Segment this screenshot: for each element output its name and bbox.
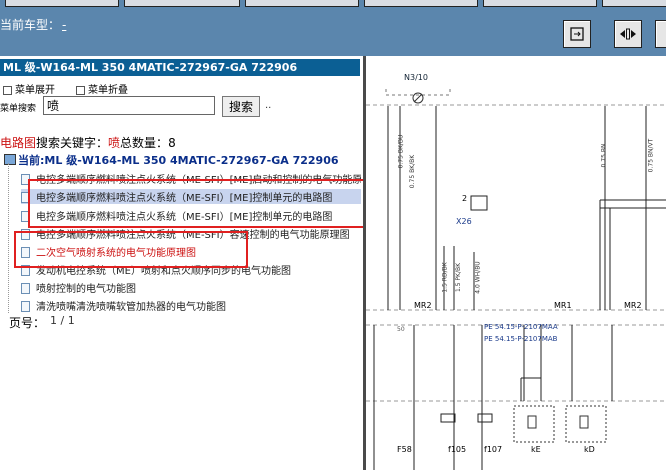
relay-label: MR2: [624, 301, 642, 310]
component-label: kE: [531, 445, 541, 454]
document-icon: [21, 229, 30, 240]
current-model-label: 当前车型：: [0, 18, 61, 32]
wire-label: 1.5 PK/BK: [455, 262, 463, 293]
document-icon: [21, 283, 30, 294]
component-label: kD: [584, 445, 595, 454]
search-more[interactable]: ..: [265, 100, 271, 111]
top-button-fragment[interactable]: [124, 0, 240, 7]
wiring-diagram: N3/10 0.75 BK/BU 0.75 BK/BK 0.75 BN 0.75…: [366, 56, 666, 470]
component-label: f105: [448, 445, 467, 454]
computer-icon: [4, 154, 16, 165]
document-icon: [21, 247, 30, 258]
result-item[interactable]: 电控多端顺序燃料喷注点火系统（ME-SFI）容速控制的电气功能原理图: [21, 226, 361, 241]
result-item[interactable]: 清洗喷嘴清洗喷嘴软管加热器的电气功能图: [21, 298, 361, 313]
pe-link[interactable]: PE 54.15-P-2107MAA: [484, 323, 558, 331]
wire-label: 0.75 BK/BU: [397, 134, 405, 169]
component-label: F58: [397, 445, 412, 454]
document-icon: [21, 211, 30, 222]
menu-panel: ML 级-W164-ML 350 4MATIC-272967-GA 722906…: [0, 56, 380, 470]
tree-connector: [8, 163, 10, 313]
document-icon: [21, 174, 30, 185]
keyword-value: 喷: [108, 136, 121, 150]
category-label: 电路图: [0, 136, 37, 150]
fit-page-icon[interactable]: [563, 20, 591, 48]
component-label: N3/10: [404, 73, 428, 82]
fit-width-icon[interactable]: [614, 20, 642, 48]
top-button-fragment[interactable]: [602, 0, 666, 7]
tree-root[interactable]: 当前:ML 级-W164-ML 350 4MATIC-272967-GA 722…: [4, 152, 339, 168]
document-icon: [21, 265, 30, 276]
current-model-link[interactable]: -: [62, 18, 66, 32]
top-button-fragment[interactable]: [483, 0, 597, 7]
search-summary: 电路图搜索关键字：喷总数量：8: [0, 136, 176, 150]
wire-label: 0.75 BK/BK: [409, 154, 417, 189]
result-item[interactable]: 喷射控制的电气功能图: [21, 280, 361, 295]
relay-label: MR1: [554, 301, 572, 310]
collapse-menu-option[interactable]: 菜单折叠: [76, 81, 128, 96]
page-number[interactable]: 1 / 1: [50, 314, 75, 327]
relay-label: MR2: [414, 301, 432, 310]
result-item[interactable]: 电控多端顺序燃料喷注点火系统（ME-SFI）[ME]控制单元的电路图: [21, 208, 361, 223]
wire-label: 1.5 RD/BK: [441, 262, 449, 293]
pe-link[interactable]: PE 54.15-P-2107MAB: [484, 335, 557, 343]
result-count: 8: [168, 136, 176, 150]
result-item-selected[interactable]: 电控多端顺序燃料喷注点火系统（ME-SFI）[ME]控制单元的电路图: [21, 189, 361, 204]
pin-label: 50: [397, 326, 405, 333]
search-label: 菜单搜索: [0, 104, 37, 114]
current-model: 当前车型： -: [0, 16, 66, 33]
top-button-fragment[interactable]: [5, 0, 119, 7]
result-item[interactable]: 发动机电控系统（ME）喷射和点火顺序同步的电气功能图: [21, 262, 361, 277]
component-label: f107: [484, 445, 503, 454]
result-item[interactable]: 电控多端顺序燃料喷注点火系统（ME-SFI）[ME]启动和控制的电气功能原理图: [21, 171, 361, 186]
wire-label: 0.75 BN: [600, 143, 608, 168]
connector-pin: 2: [462, 194, 468, 203]
result-item[interactable]: 二次空气喷射系统的电气功能原理图: [21, 244, 361, 259]
document-icon: [21, 192, 30, 203]
wire-label: 4.0 WH/BU: [474, 261, 482, 294]
page-label: 页号：: [9, 316, 46, 330]
next-view-icon[interactable]: [655, 20, 666, 48]
wire-label: 0.75 BN/VT: [647, 138, 655, 173]
top-button-fragment[interactable]: [245, 0, 359, 7]
connector-label: X26: [456, 217, 472, 226]
model-path-bar: ML 级-W164-ML 350 4MATIC-272967-GA 722906: [0, 59, 360, 76]
expand-menu-option[interactable]: 菜单展开: [3, 81, 55, 96]
search-input[interactable]: [43, 96, 215, 115]
search-button[interactable]: 搜索: [222, 96, 260, 117]
document-icon: [21, 301, 30, 312]
top-toolbar: 当前车型： -: [0, 0, 666, 56]
top-button-fragment[interactable]: [364, 0, 478, 7]
